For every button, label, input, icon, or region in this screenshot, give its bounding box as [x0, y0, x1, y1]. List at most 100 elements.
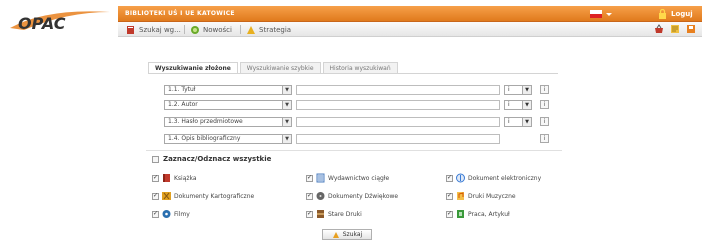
film-icon: [162, 210, 171, 218]
electronic-document-icon: [456, 173, 465, 183]
login-link[interactable]: Loguj: [658, 8, 693, 20]
type-old-prints[interactable]: Stare Druki: [306, 209, 362, 219]
flag-icon: [590, 10, 612, 18]
operator-select-author[interactable]: i ▼: [504, 100, 532, 110]
search-panel: 1.1. Tytuł ▼ i ▼ i 1.2. Autor ▼ i ▼ i 1.…: [148, 73, 558, 151]
type-periodical[interactable]: Wydawnictwo ciągłe: [306, 173, 389, 183]
nav-divider: [240, 25, 241, 34]
search-input-title[interactable]: [296, 85, 500, 95]
music-icon: [457, 192, 464, 200]
field-select-subject[interactable]: 1.3. Hasło przedmiotowe ▼: [164, 117, 292, 127]
nav-item-search-by[interactable]: Szukaj wg...: [126, 24, 181, 35]
search-button[interactable]: Szukaj: [322, 229, 372, 240]
field-select-label: 1.3. Hasło przedmiotowe: [168, 118, 243, 125]
old-print-icon: [317, 210, 324, 218]
article-icon: [457, 210, 464, 218]
nav-label-news: Nowości: [203, 25, 232, 34]
info-button-subject[interactable]: i: [540, 117, 549, 126]
chevron-down-icon: ▼: [282, 118, 291, 126]
basket-icon[interactable]: [654, 24, 664, 34]
checkbox[interactable]: [446, 210, 453, 218]
type-label: Druki Muzyczne: [468, 192, 516, 200]
strategy-icon: [247, 25, 255, 34]
nav-divider: [184, 25, 185, 34]
news-icon: [191, 25, 199, 34]
document-types-section: Zaznacz/Odznacz wszystkie Książka Dokume…: [146, 150, 562, 232]
checkbox[interactable]: [152, 174, 159, 182]
nav-label-strategy: Strategia: [259, 25, 292, 34]
library-name: BIBLIOTEKI UŚ I UE KATOWICE: [125, 10, 235, 17]
language-selector[interactable]: [588, 9, 614, 19]
field-select-label: 1.4. Opis bibliograficzny: [168, 135, 241, 142]
toggle-all-label: Zaznacz/Odznacz wszystkie: [163, 155, 272, 163]
type-label: Stare Druki: [328, 210, 362, 218]
chevron-down-icon: ▼: [522, 86, 531, 94]
chevron-down-icon: ▼: [282, 135, 291, 143]
type-book[interactable]: Książka: [152, 173, 197, 183]
type-label: Filmy: [174, 210, 190, 218]
checkbox[interactable]: [306, 192, 313, 200]
type-label: Książka: [174, 174, 197, 182]
operator-select-subject[interactable]: i ▼: [504, 117, 532, 127]
field-select-bibliographic[interactable]: 1.4. Opis bibliograficzny ▼: [164, 134, 292, 144]
operator-label: i: [508, 118, 510, 125]
nav-bar: Szukaj wg... Nowości Strategia: [118, 22, 702, 37]
field-select-label: 1.1. Tytuł: [168, 86, 196, 93]
search-row-subject: 1.3. Hasło przedmiotowe ▼ i ▼ i: [164, 117, 554, 127]
field-select-author[interactable]: 1.2. Autor ▼: [164, 100, 292, 110]
operator-select-title[interactable]: i ▼: [504, 85, 532, 95]
nav-tool-icons: [654, 24, 696, 34]
save-icon[interactable]: [686, 24, 696, 34]
checkbox[interactable]: [306, 210, 313, 218]
lock-icon: [659, 9, 666, 19]
chevron-down-icon: ▼: [282, 101, 291, 109]
info-button-author[interactable]: i: [540, 100, 549, 109]
type-label: Praca, Artykuł: [468, 210, 510, 218]
search-row-bibliographic: 1.4. Opis bibliograficzny ▼ i: [164, 134, 554, 144]
operator-label: i: [508, 101, 510, 108]
type-sound[interactable]: Dokumenty Dźwiękowe: [306, 191, 398, 201]
field-select-title[interactable]: 1.1. Tytuł ▼: [164, 85, 292, 95]
nav-label-search-by: Szukaj wg...: [139, 25, 181, 34]
checkbox[interactable]: [446, 174, 453, 182]
search-icon: [332, 231, 339, 238]
type-label: Dokumenty Dźwiękowe: [328, 192, 399, 200]
nav-item-news[interactable]: Nowości: [190, 24, 232, 35]
login-label: Loguj: [671, 10, 693, 18]
checkbox[interactable]: [306, 174, 313, 182]
field-select-label: 1.2. Autor: [168, 101, 198, 108]
nav-item-strategy[interactable]: Strategia: [246, 24, 291, 35]
checkbox[interactable]: [152, 210, 159, 218]
type-label: Wydawnictwo ciągłe: [328, 174, 390, 182]
checkbox[interactable]: [152, 155, 159, 163]
info-button-bibliographic[interactable]: i: [540, 134, 549, 143]
type-electronic[interactable]: Dokument elektroniczny: [446, 173, 541, 183]
chevron-down-icon: ▼: [282, 86, 291, 94]
search-input-author[interactable]: [296, 100, 500, 110]
logo-text: OPAC: [18, 14, 66, 33]
checkbox[interactable]: [152, 192, 159, 200]
notes-icon[interactable]: [670, 24, 680, 34]
periodical-icon: [316, 173, 325, 183]
opac-logo[interactable]: OPAC: [6, 6, 114, 36]
sound-icon: [316, 192, 325, 200]
operator-label: i: [508, 86, 510, 93]
type-label: Dokument elektroniczny: [468, 174, 542, 182]
chevron-down-icon: ▼: [522, 101, 531, 109]
top-bar: BIBLIOTEKI UŚ I UE KATOWICE Loguj: [118, 6, 702, 22]
search-input-bibliographic[interactable]: [296, 134, 500, 144]
info-button-title[interactable]: i: [540, 85, 549, 94]
map-icon: [162, 192, 171, 200]
checkbox[interactable]: [446, 192, 453, 200]
toggle-all-checkbox[interactable]: Zaznacz/Odznacz wszystkie: [152, 155, 271, 163]
book-icon: [163, 174, 170, 182]
type-films[interactable]: Filmy: [152, 209, 190, 219]
chevron-down-icon: ▼: [522, 118, 531, 126]
type-article[interactable]: Praca, Artykuł: [446, 209, 510, 219]
type-music[interactable]: Druki Muzyczne: [446, 191, 516, 201]
search-input-subject[interactable]: [296, 117, 500, 127]
search-button-label: Szukaj: [342, 231, 363, 238]
search-book-icon: [127, 25, 134, 34]
type-cartographic[interactable]: Dokumenty Kartograficzne: [152, 191, 254, 201]
search-row-author: 1.2. Autor ▼ i ▼ i: [164, 100, 554, 110]
